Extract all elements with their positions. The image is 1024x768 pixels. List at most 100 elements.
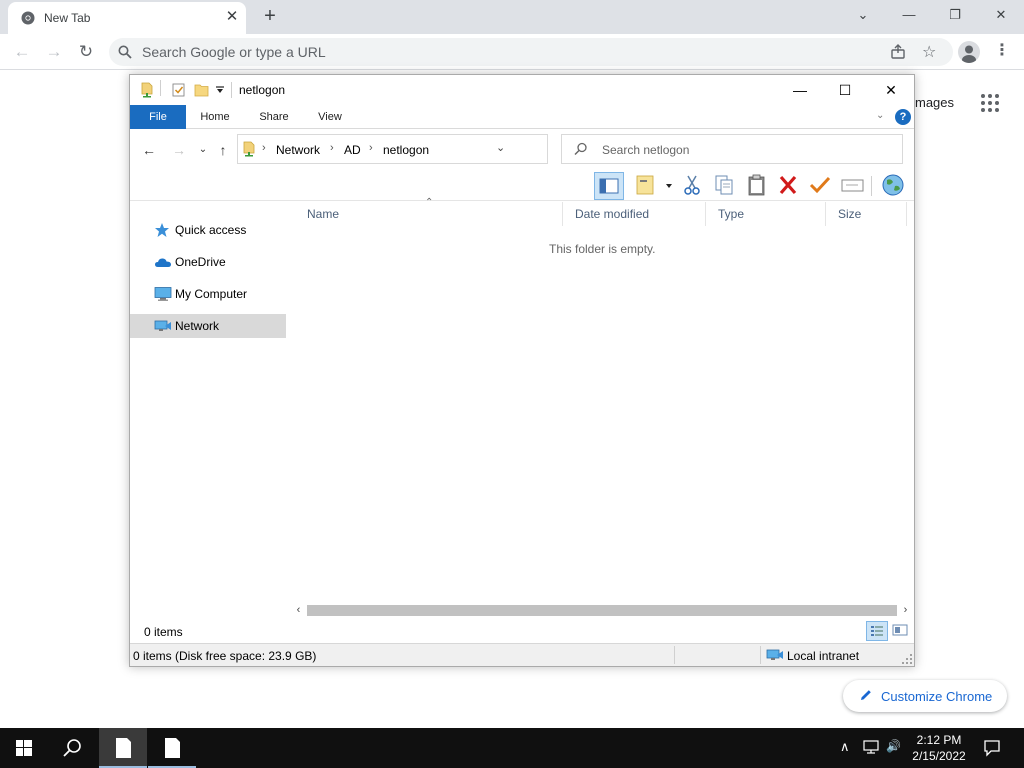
large-icons-view-icon (892, 624, 908, 636)
tab-close-icon[interactable]: ✕ (224, 9, 240, 25)
explorer-minimize-button[interactable]: — (777, 75, 823, 105)
google-apps-grid-icon[interactable] (981, 94, 999, 112)
profile-avatar-icon[interactable] (958, 41, 980, 63)
computer-monitor-icon (154, 287, 172, 301)
address-history-dropdown-icon[interactable]: ⌄ (496, 141, 505, 154)
security-zone-label: Local intranet (787, 649, 860, 663)
volume-icon[interactable]: 🔊 (886, 739, 901, 753)
quick-access-star-icon (155, 223, 169, 237)
clipboard-icon (748, 174, 765, 196)
network-globe-button[interactable] (878, 172, 908, 200)
images-link[interactable]: mages (915, 95, 954, 110)
system-clock[interactable]: 2:12 PM 2/15/2022 (908, 732, 970, 764)
show-hidden-icons-chevron-icon[interactable]: ∧ (840, 739, 850, 755)
qat-customize-dropdown-icon[interactable] (215, 86, 225, 94)
forward-button[interactable]: → (43, 41, 65, 63)
nav-item-quick-access[interactable]: Quick access (130, 218, 286, 242)
column-header-size[interactable]: Size (826, 202, 907, 226)
taskbar-search-button[interactable] (48, 728, 96, 768)
status-divider (674, 646, 675, 664)
properties-button[interactable] (806, 172, 836, 200)
chrome-favicon-icon (21, 11, 35, 25)
chrome-minimize-button[interactable]: — (886, 4, 932, 28)
action-center-icon[interactable] (983, 739, 1001, 757)
up-one-level-button[interactable]: ↑ (214, 141, 232, 159)
scroll-left-icon[interactable]: ‹ (290, 602, 307, 619)
rename-button[interactable] (838, 172, 868, 200)
ribbon-expand-chevron-icon[interactable]: ⌄ (876, 110, 888, 122)
chrome-restore-button[interactable]: ❐ (932, 4, 978, 28)
breadcrumb-separator-icon[interactable]: › (369, 142, 373, 154)
recent-locations-chevron-icon[interactable]: ⌄ (194, 141, 212, 159)
file-list-view[interactable]: Name Date modified Type Size ⌃ This fold… (295, 197, 914, 602)
column-header-date-modified[interactable]: Date modified (563, 202, 706, 226)
new-folder-icon[interactable] (194, 82, 209, 98)
chrome-tab-new-tab[interactable]: New Tab ✕ (8, 2, 246, 34)
explorer-forward-button[interactable]: → (170, 141, 188, 159)
empty-folder-message: This folder is empty. (549, 242, 656, 256)
ribbon-tab-home[interactable]: Home (190, 105, 240, 129)
explorer-maximize-button[interactable]: ☐ (822, 75, 868, 105)
delete-button[interactable] (774, 172, 804, 200)
horizontal-scrollbar[interactable]: ‹ › (290, 602, 914, 619)
address-bar[interactable]: › Network › AD › netlogon ⌄ ↻ (237, 134, 649, 164)
breadcrumb-separator-icon[interactable]: › (330, 142, 334, 154)
breadcrumb-netlogon[interactable]: netlogon (383, 143, 429, 157)
nav-item-onedrive[interactable]: OneDrive (130, 250, 286, 274)
search-icon (63, 739, 81, 757)
cut-button[interactable] (678, 172, 708, 200)
rename-field-icon (841, 179, 864, 192)
pane-layout-icon (599, 178, 619, 194)
ribbon-tab-view[interactable]: View (305, 105, 355, 129)
breadcrumb-network[interactable]: Network (276, 143, 320, 157)
new-tab-button[interactable]: + (259, 4, 281, 28)
paste-button[interactable] (742, 172, 772, 200)
ribbon-tab-share[interactable]: Share (249, 105, 299, 129)
customize-chrome-button[interactable]: Customize Chrome (843, 680, 1007, 712)
tab-search-chevron-icon[interactable]: ⌄ (840, 4, 886, 28)
breadcrumb-separator-icon[interactable]: › (262, 142, 266, 154)
bookmark-star-icon[interactable]: ☆ (922, 42, 936, 62)
ribbon-tab-file[interactable]: File (130, 105, 186, 129)
navigation-pane: Quick access OneDrive My Computer Networ… (130, 202, 290, 612)
chrome-menu-icon[interactable]: ⋮ (994, 42, 1010, 62)
chrome-close-button[interactable]: ✕ (978, 4, 1024, 28)
large-icons-view-button[interactable] (890, 621, 912, 641)
column-header-type[interactable]: Type (706, 202, 826, 226)
network-tray-icon[interactable] (862, 739, 880, 755)
resize-grip-icon[interactable] (902, 654, 912, 664)
new-document-icon (636, 175, 672, 195)
properties-checkmark-icon[interactable] (172, 82, 186, 98)
nav-item-label: Quick access (175, 223, 247, 237)
windows-logo-icon (16, 740, 32, 756)
preview-pane-toggle-button[interactable] (594, 172, 624, 200)
start-button[interactable] (0, 728, 48, 768)
status-bar-details: 0 items (Disk free space: 23.9 GB) Local… (130, 643, 914, 666)
nav-item-my-computer[interactable]: My Computer (130, 282, 286, 306)
sort-ascending-icon: ⌃ (425, 197, 434, 208)
explorer-back-button[interactable]: ← (140, 141, 158, 159)
omnibox[interactable]: Search Google or type a URL ☆ (109, 38, 953, 66)
new-item-button[interactable] (632, 172, 672, 200)
nav-item-network[interactable]: Network (130, 314, 286, 338)
details-view-button[interactable] (866, 621, 888, 641)
scroll-right-icon[interactable]: › (897, 602, 914, 619)
back-button[interactable]: ← (11, 41, 33, 63)
explorer-search-box[interactable]: Search netlogon (561, 134, 903, 164)
taskbar-app-document-2[interactable] (148, 728, 196, 768)
breadcrumb-ad[interactable]: AD (344, 143, 361, 157)
chrome-tab-strip: New Tab ✕ + ⌄ — ❐ ✕ (0, 0, 1024, 34)
copy-button[interactable] (710, 172, 740, 200)
share-icon[interactable] (890, 44, 906, 60)
nav-item-label: My Computer (175, 287, 248, 301)
explorer-title-bar[interactable]: netlogon — ☐ ✕ (130, 75, 914, 105)
explorer-close-button[interactable]: ✕ (868, 75, 914, 105)
network-icon (154, 320, 171, 331)
tab-title: New Tab (44, 11, 91, 25)
reload-button[interactable]: ↻ (75, 41, 97, 63)
omnibox-placeholder: Search Google or type a URL (142, 44, 326, 60)
help-icon[interactable]: ? (895, 109, 911, 125)
scrollbar-thumb[interactable] (307, 605, 897, 616)
search-icon (118, 45, 132, 59)
taskbar-app-document-1[interactable] (99, 728, 147, 768)
